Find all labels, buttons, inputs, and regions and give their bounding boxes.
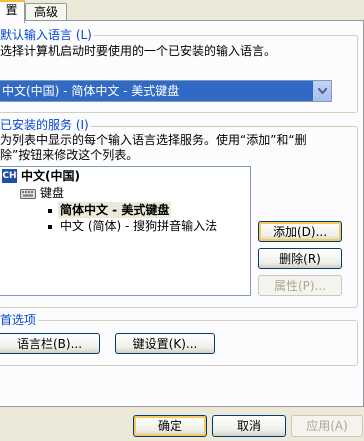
- apply-button[interactable]: 应用(A): [291, 415, 363, 437]
- key-settings-button[interactable]: 键设置(K)...: [115, 333, 215, 354]
- tree-language-node[interactable]: 中文(中国): [21, 168, 80, 184]
- tab-advanced[interactable]: 高级: [25, 3, 67, 21]
- keyboard-icon: [20, 187, 36, 199]
- tree-service-item[interactable]: 中文 (简体) - 搜狗拼音输入法: [60, 218, 217, 234]
- language-bar-button[interactable]: 语言栏(B)...: [0, 333, 100, 354]
- remove-button[interactable]: 删除(R): [258, 248, 342, 269]
- default-language-select[interactable]: 中文(中国) - 简体中文 - 美式键盘: [0, 80, 332, 102]
- installed-services-description-1: 为列表中显示的每个输入语言选择服务。使用“添加”和“删: [0, 133, 307, 147]
- tab-strip: 置 高级: [0, 0, 364, 23]
- language-ch-icon: CH: [2, 169, 17, 183]
- chevron-down-icon[interactable]: [313, 81, 331, 101]
- installed-services-description-2: 除”按钮来修改这个列表。: [0, 148, 139, 162]
- default-language-description: 选择计算机启动时要使用的一个已安装的输入语言。: [0, 44, 277, 58]
- add-button[interactable]: 添加(D)...: [258, 221, 342, 242]
- properties-button[interactable]: 属性(P)...: [258, 275, 342, 296]
- default-language-legend: 默认输入语言 (L): [0, 28, 94, 42]
- preferences-legend: 首选项: [0, 313, 39, 327]
- tree-keyboard-node[interactable]: 键盘: [40, 185, 64, 201]
- installed-services-legend: 已安装的服务 (I): [0, 118, 91, 132]
- default-language-value: 中文(中国) - 简体中文 - 美式键盘: [2, 84, 180, 98]
- tab-settings[interactable]: 置: [0, 0, 25, 23]
- tree-bullet: [48, 225, 52, 229]
- tree-bullet: [48, 209, 52, 213]
- cancel-button[interactable]: 取消: [212, 415, 286, 437]
- tree-service-item[interactable]: 简体中文 - 美式键盘: [58, 202, 172, 218]
- ok-button[interactable]: 确定: [133, 415, 207, 437]
